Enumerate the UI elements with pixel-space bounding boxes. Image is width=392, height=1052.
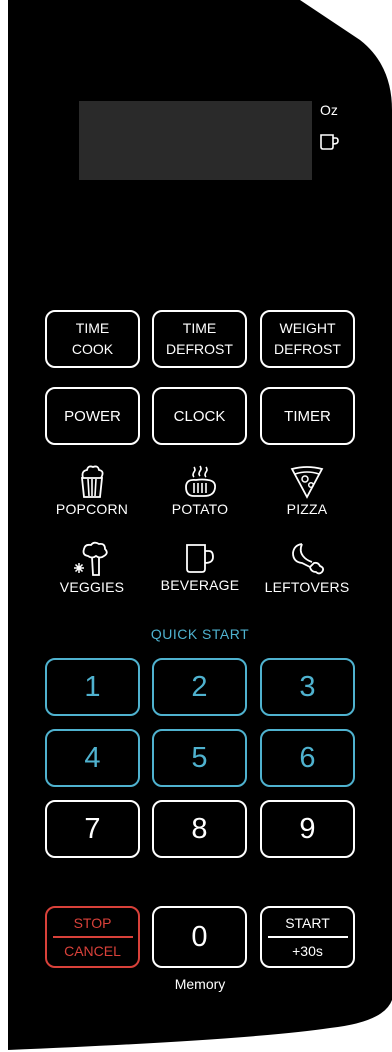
quick-start-label: QUICK START <box>150 626 250 642</box>
popcorn-icon <box>81 465 104 498</box>
leftovers-preset[interactable]: LEFTOVERS <box>252 541 362 595</box>
number-key-2[interactable]: 2 <box>152 658 247 716</box>
number-key-0-label: 0 <box>191 920 208 953</box>
number-key-9[interactable]: 9 <box>260 800 355 858</box>
pizza-preset[interactable]: PIZZA <box>252 465 362 517</box>
stop-cancel-button[interactable]: STOP CANCEL <box>45 906 140 968</box>
weight-defrost-button[interactable]: WEIGHT DEFROST <box>260 310 355 368</box>
timer-label: TIMER <box>284 407 331 425</box>
number-key-1-label: 1 <box>84 670 101 703</box>
number-key-6-label: 6 <box>299 741 316 774</box>
number-key-3-label: 3 <box>299 670 316 703</box>
number-key-9-label: 9 <box>299 812 316 845</box>
time-defrost-line1: TIME <box>182 320 217 336</box>
clock-label: CLOCK <box>173 407 226 425</box>
leftovers-label: LEFTOVERS <box>264 579 350 595</box>
plus-30s-label: +30s <box>292 943 323 959</box>
veggies-label: VEGGIES <box>59 579 125 595</box>
start-divider <box>267 936 348 938</box>
weight-defrost-line2: DEFROST <box>274 341 341 357</box>
number-key-8-label: 8 <box>191 812 208 845</box>
weight-defrost-line1: WEIGHT <box>279 320 336 336</box>
lcd-display <box>79 101 312 180</box>
time-cook-button[interactable]: TIME COOK <box>45 310 140 368</box>
beverage-icon <box>186 544 214 573</box>
number-key-3[interactable]: 3 <box>260 658 355 716</box>
pizza-icon <box>290 466 324 499</box>
number-key-5[interactable]: 5 <box>152 729 247 787</box>
number-key-5-label: 5 <box>191 741 208 774</box>
number-key-7[interactable]: 7 <box>45 800 140 858</box>
potato-preset[interactable]: POTATO <box>145 465 255 517</box>
memory-label: Memory <box>174 976 226 992</box>
popcorn-label: POPCORN <box>55 501 129 517</box>
leftovers-icon <box>292 543 325 575</box>
beverage-preset[interactable]: BEVERAGE <box>145 541 255 593</box>
clock-button[interactable]: CLOCK <box>152 387 247 445</box>
unit-oz-label: Oz <box>320 102 338 118</box>
number-key-4-label: 4 <box>84 741 101 774</box>
beverage-label: BEVERAGE <box>160 577 240 593</box>
veggies-icon <box>74 541 108 576</box>
stop-label: STOP <box>73 915 112 931</box>
number-key-4[interactable]: 4 <box>45 729 140 787</box>
power-label: POWER <box>64 407 121 425</box>
time-cook-line1: TIME <box>75 320 110 336</box>
number-key-7-label: 7 <box>84 812 101 845</box>
time-defrost-line2: DEFROST <box>166 341 233 357</box>
time-cook-line2: COOK <box>71 341 114 357</box>
time-defrost-button[interactable]: TIME DEFROST <box>152 310 247 368</box>
cancel-label: CANCEL <box>64 943 121 959</box>
potato-icon <box>185 465 217 497</box>
number-key-8[interactable]: 8 <box>152 800 247 858</box>
veggies-preset[interactable]: VEGGIES <box>37 541 147 595</box>
potato-label: POTATO <box>171 501 229 517</box>
stop-cancel-divider <box>52 936 133 938</box>
start-label: START <box>285 915 330 931</box>
number-key-6[interactable]: 6 <box>260 729 355 787</box>
timer-button[interactable]: TIMER <box>260 387 355 445</box>
popcorn-preset[interactable]: POPCORN <box>37 465 147 517</box>
start-button[interactable]: START +30s <box>260 906 355 968</box>
number-key-1[interactable]: 1 <box>45 658 140 716</box>
cup-icon <box>320 134 339 150</box>
pizza-label: PIZZA <box>286 501 328 517</box>
number-key-2-label: 2 <box>191 670 208 703</box>
power-button[interactable]: POWER <box>45 387 140 445</box>
number-key-0[interactable]: 0 <box>152 906 247 968</box>
